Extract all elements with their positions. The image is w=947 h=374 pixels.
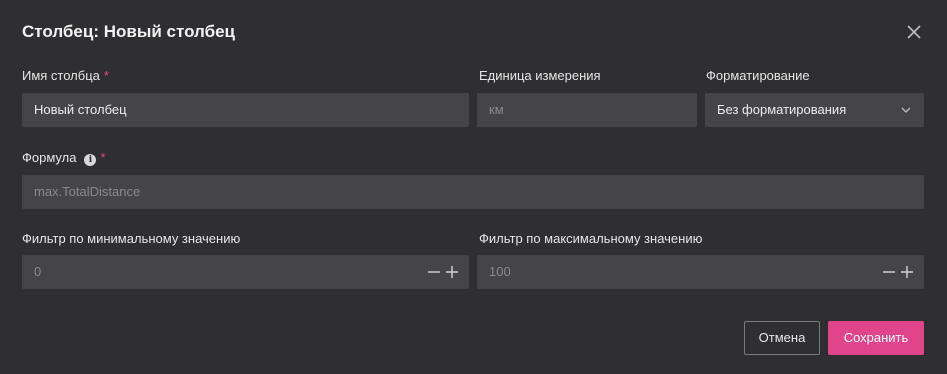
max-filter-placeholder: 100: [489, 264, 511, 279]
required-mark: *: [100, 150, 106, 165]
max-filter-label: Фильтр по максимальному значению: [479, 231, 703, 246]
required-mark: *: [103, 68, 109, 83]
formatting-select[interactable]: Без форматирования: [705, 93, 924, 127]
formula-input[interactable]: max.TotalDistance: [22, 175, 924, 209]
column-name-label: Имя столбца *: [22, 68, 109, 83]
column-dialog: Столбец: Новый столбец Имя столбца * Новы…: [0, 0, 947, 374]
column-name-input[interactable]: Новый столбец: [22, 93, 469, 127]
plus-icon[interactable]: [445, 263, 459, 281]
formatting-selected-value: Без форматирования: [717, 102, 847, 117]
chevron-down-icon: [901, 107, 911, 113]
column-name-label-text: Имя столбца: [22, 68, 100, 83]
unit-input[interactable]: км: [477, 93, 697, 127]
min-filter-label: Фильтр по минимальному значению: [22, 231, 241, 246]
save-button[interactable]: Сохранить: [828, 321, 924, 355]
dialog-title: Столбец: Новый столбец: [22, 22, 236, 41]
formatting-label: Форматирование: [706, 68, 810, 83]
min-filter-placeholder: 0: [34, 264, 42, 279]
info-icon[interactable]: i: [84, 154, 97, 166]
close-icon[interactable]: [904, 22, 924, 42]
formula-placeholder: max.TotalDistance: [34, 184, 141, 199]
minus-icon[interactable]: [882, 263, 896, 281]
plus-icon[interactable]: [900, 263, 914, 281]
unit-label: Единица измерения: [479, 68, 601, 83]
minus-icon[interactable]: [427, 263, 441, 281]
unit-placeholder: км: [489, 102, 504, 117]
min-filter-input[interactable]: 0: [22, 255, 469, 289]
formula-label: Формула i *: [22, 150, 106, 166]
formula-label-text: Формула: [22, 150, 77, 165]
column-name-value: Новый столбец: [34, 102, 127, 117]
cancel-button[interactable]: Отмена: [744, 321, 820, 355]
max-filter-input[interactable]: 100: [477, 255, 924, 289]
